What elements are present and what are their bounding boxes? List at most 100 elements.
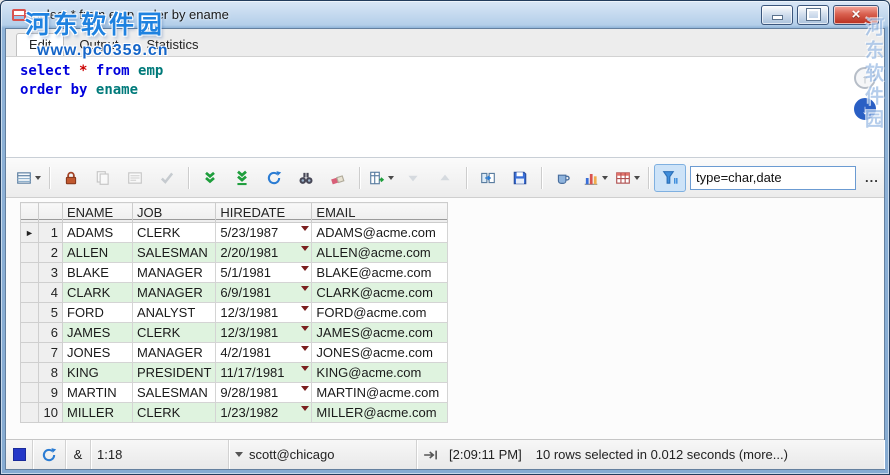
filter-input[interactable] <box>690 165 856 190</box>
tab-statistics[interactable]: Statistics <box>133 33 211 56</box>
tab-edit[interactable]: Edit <box>16 33 65 56</box>
cell-email[interactable]: JONES@acme.com <box>311 342 449 363</box>
maximize-button[interactable] <box>797 4 829 25</box>
cell-hiredate[interactable]: 9/28/1981 <box>215 382 313 403</box>
row-selector[interactable] <box>20 382 39 403</box>
table-row[interactable]: 5 FORD ANALYST 12/3/1981 FORD@acme.com <box>20 302 449 323</box>
erase-button[interactable] <box>322 164 354 192</box>
row-selector[interactable] <box>20 282 39 303</box>
column-header-ename[interactable]: ENAME <box>62 202 133 223</box>
row-selector[interactable] <box>20 342 39 363</box>
close-button[interactable]: × <box>833 4 879 25</box>
fetch-all-button[interactable] <box>226 164 258 192</box>
cell-hiredate[interactable]: 12/3/1981 <box>215 302 313 323</box>
table-row[interactable]: ► 1 ADAMS CLERK 5/23/1987 ADAMS@acme.com <box>20 222 449 243</box>
cell-hiredate[interactable]: 12/3/1981 <box>215 322 313 343</box>
save-button[interactable] <box>504 164 536 192</box>
tab-output[interactable]: Output <box>66 33 131 56</box>
cell-job[interactable]: ANALYST <box>131 302 217 323</box>
column-header-hiredate[interactable]: HIREDATE <box>215 202 313 223</box>
cell-job[interactable]: SALESMAN <box>131 242 217 263</box>
cell-hiredate[interactable]: 5/1/1981 <box>215 262 313 283</box>
column-header-email[interactable]: EMAIL <box>311 202 449 223</box>
date-dropdown-icon[interactable] <box>301 246 310 251</box>
cell-ename[interactable]: JAMES <box>62 322 133 343</box>
row-selector[interactable] <box>20 402 39 423</box>
date-dropdown-icon[interactable] <box>301 386 310 391</box>
cell-email[interactable]: FORD@acme.com <box>311 302 449 323</box>
cup-button[interactable] <box>547 164 579 192</box>
date-dropdown-icon[interactable] <box>301 406 310 411</box>
cell-email[interactable]: KING@acme.com <box>311 362 449 383</box>
row-selector[interactable] <box>20 262 39 283</box>
date-dropdown-icon[interactable] <box>301 306 310 311</box>
cell-email[interactable]: ADAMS@acme.com <box>311 222 449 243</box>
find-button[interactable] <box>290 164 322 192</box>
cell-email[interactable]: ALLEN@acme.com <box>311 242 449 263</box>
cell-hiredate[interactable]: 5/23/1987 <box>215 222 313 243</box>
cell-job[interactable]: CLERK <box>131 222 217 243</box>
cell-email[interactable]: CLARK@acme.com <box>311 282 449 303</box>
lock-button[interactable] <box>55 164 87 192</box>
sql-editor[interactable]: select * from emp order by ename ↑ ↓ <box>6 57 884 158</box>
date-dropdown-icon[interactable] <box>301 346 310 351</box>
table-row[interactable]: 9 MARTIN SALESMAN 9/28/1981 MARTIN@acme.com <box>20 382 449 403</box>
date-dropdown-icon[interactable] <box>301 366 310 371</box>
chart-button[interactable] <box>579 164 611 192</box>
cell-job[interactable]: MANAGER <box>131 262 217 283</box>
date-dropdown-icon[interactable] <box>301 266 310 271</box>
transpose-button[interactable] <box>472 164 504 192</box>
refresh-icon[interactable] <box>41 447 57 463</box>
table-row[interactable]: 2 ALLEN SALESMAN 2/20/1981 ALLEN@acme.com <box>20 242 449 263</box>
filter-toggle-button[interactable] <box>654 163 686 192</box>
cell-job[interactable]: CLERK <box>131 322 217 343</box>
connection-selector[interactable]: scott@chicago <box>229 440 417 469</box>
date-dropdown-icon[interactable] <box>301 286 310 291</box>
cell-job[interactable]: PRESIDENT <box>131 362 217 383</box>
cell-ename[interactable]: KING <box>62 362 133 383</box>
column-header-job[interactable]: JOB <box>131 202 217 223</box>
grid-options-button[interactable] <box>12 164 44 192</box>
row-selector[interactable] <box>20 242 39 263</box>
cell-hiredate[interactable]: 1/23/1982 <box>215 402 313 423</box>
date-dropdown-icon[interactable] <box>301 326 310 331</box>
row-selector[interactable]: ► <box>20 222 39 243</box>
cell-job[interactable]: CLERK <box>131 402 217 423</box>
row-selector[interactable] <box>20 302 39 323</box>
date-dropdown-icon[interactable] <box>301 226 310 231</box>
cell-ename[interactable]: MILLER <box>62 402 133 423</box>
cell-email[interactable]: MARTIN@acme.com <box>311 382 449 403</box>
cell-email[interactable]: BLAKE@acme.com <box>311 262 449 283</box>
export-button[interactable] <box>365 164 397 192</box>
cell-ename[interactable]: FORD <box>62 302 133 323</box>
cell-job[interactable]: MANAGER <box>131 342 217 363</box>
scroll-down-button[interactable]: ↓ <box>854 98 876 120</box>
scroll-up-button[interactable]: ↑ <box>854 67 876 89</box>
format-grid-button[interactable] <box>611 164 643 192</box>
row-selector[interactable] <box>20 322 39 343</box>
cell-hiredate[interactable]: 11/17/1981 <box>215 362 313 383</box>
fetch-next-button[interactable] <box>194 164 226 192</box>
cell-job[interactable]: MANAGER <box>131 282 217 303</box>
refresh-button[interactable] <box>258 164 290 192</box>
table-row[interactable]: 7 JONES MANAGER 4/2/1981 JONES@acme.com <box>20 342 449 363</box>
cell-ename[interactable]: JONES <box>62 342 133 363</box>
table-row[interactable]: 6 JAMES CLERK 12/3/1981 JAMES@acme.com <box>20 322 449 343</box>
table-row[interactable]: 10 MILLER CLERK 1/23/1982 MILLER@acme.com <box>20 402 449 423</box>
row-selector[interactable] <box>20 362 39 383</box>
table-row[interactable]: 3 BLAKE MANAGER 5/1/1981 BLAKE@acme.com <box>20 262 449 283</box>
cell-ename[interactable]: ADAMS <box>62 222 133 243</box>
minimize-button[interactable] <box>761 4 793 25</box>
cell-email[interactable]: JAMES@acme.com <box>311 322 449 343</box>
cell-ename[interactable]: BLAKE <box>62 262 133 283</box>
cell-ename[interactable]: MARTIN <box>62 382 133 403</box>
table-row[interactable]: 8 KING PRESIDENT 11/17/1981 KING@acme.com <box>20 362 449 383</box>
table-row[interactable]: 4 CLARK MANAGER 6/9/1981 CLARK@acme.com <box>20 282 449 303</box>
cell-ename[interactable]: ALLEN <box>62 242 133 263</box>
cell-hiredate[interactable]: 6/9/1981 <box>215 282 313 303</box>
cell-hiredate[interactable]: 2/20/1981 <box>215 242 313 263</box>
cell-email[interactable]: MILLER@acme.com <box>311 402 449 423</box>
cell-hiredate[interactable]: 4/2/1981 <box>215 342 313 363</box>
cell-job[interactable]: SALESMAN <box>131 382 217 403</box>
cell-ename[interactable]: CLARK <box>62 282 133 303</box>
